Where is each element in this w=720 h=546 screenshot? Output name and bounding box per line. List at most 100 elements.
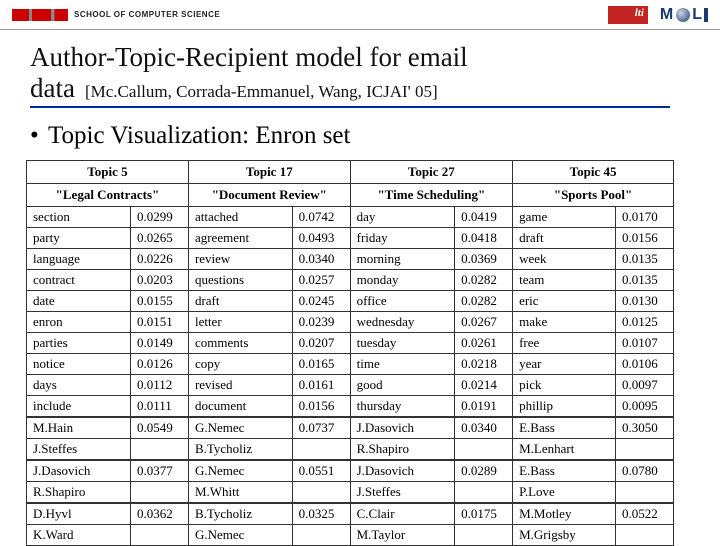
topic-word-value: 0.0245 bbox=[292, 291, 350, 312]
right-logos: M L bbox=[608, 6, 708, 24]
scs-text: SCHOOL OF COMPUTER SCIENCE bbox=[74, 10, 220, 19]
person-value bbox=[130, 525, 188, 546]
topic-word-value: 0.0156 bbox=[292, 396, 350, 418]
person-value: 0.0737 bbox=[292, 417, 350, 439]
person-value: 0.0362 bbox=[130, 503, 188, 525]
topic-word: morning bbox=[350, 249, 454, 270]
topic-word: enron bbox=[27, 312, 131, 333]
topic-word-value: 0.0126 bbox=[130, 354, 188, 375]
topic-num: Topic 17 bbox=[188, 161, 350, 184]
topic-word-value: 0.0226 bbox=[130, 249, 188, 270]
topic-name: "Sports Pool" bbox=[513, 184, 674, 207]
topic-word: agreement bbox=[188, 228, 292, 249]
topic-name: "Legal Contracts" bbox=[27, 184, 189, 207]
person-name: B.Tycholiz bbox=[188, 503, 292, 525]
topic-name: "Document Review" bbox=[188, 184, 350, 207]
slide-header: SCHOOL OF COMPUTER SCIENCE M L bbox=[0, 0, 720, 30]
person-name: C.Clair bbox=[350, 503, 454, 525]
person-value: 0.0289 bbox=[455, 460, 513, 482]
person-name: J.Steffes bbox=[350, 482, 454, 504]
person-name: G.Nemec bbox=[188, 460, 292, 482]
topic-word-value: 0.0191 bbox=[455, 396, 513, 418]
topic-word-value: 0.0282 bbox=[455, 291, 513, 312]
topic-word: year bbox=[513, 354, 616, 375]
topic-word-value: 0.0097 bbox=[616, 375, 674, 396]
cmu-brand: SCHOOL OF COMPUTER SCIENCE bbox=[12, 9, 220, 21]
person-name: R.Shapiro bbox=[350, 439, 454, 461]
topic-word: copy bbox=[188, 354, 292, 375]
person-value bbox=[130, 482, 188, 504]
person-name: M.Motley bbox=[513, 503, 616, 525]
ml-logo: M L bbox=[660, 6, 708, 24]
topic-word: friday bbox=[350, 228, 454, 249]
person-value bbox=[292, 439, 350, 461]
bullet-line: •Topic Visualization: Enron set bbox=[30, 122, 690, 150]
person-value bbox=[616, 482, 674, 504]
topic-name: "Time Scheduling" bbox=[350, 184, 512, 207]
person-value: 0.0325 bbox=[292, 503, 350, 525]
topic-word: section bbox=[27, 207, 131, 228]
topic-word: contract bbox=[27, 270, 131, 291]
topic-word-value: 0.0214 bbox=[455, 375, 513, 396]
topic-word: game bbox=[513, 207, 616, 228]
person-name: R.Shapiro bbox=[27, 482, 131, 504]
person-name: G.Nemec bbox=[188, 417, 292, 439]
topic-word: party bbox=[27, 228, 131, 249]
cmu-logo-icon bbox=[12, 9, 68, 21]
person-name: E.Bass bbox=[513, 417, 616, 439]
topic-word: days bbox=[27, 375, 131, 396]
topic-word: questions bbox=[188, 270, 292, 291]
person-value: 0.0175 bbox=[455, 503, 513, 525]
title-word-data: data bbox=[30, 73, 75, 103]
person-name: J.Dasovich bbox=[350, 460, 454, 482]
topic-word: language bbox=[27, 249, 131, 270]
person-value: 0.0522 bbox=[616, 503, 674, 525]
topic-word-value: 0.0493 bbox=[292, 228, 350, 249]
topic-word-value: 0.0125 bbox=[616, 312, 674, 333]
topic-word: date bbox=[27, 291, 131, 312]
bullet-text: Topic Visualization: Enron set bbox=[48, 122, 350, 149]
topic-word-value: 0.0218 bbox=[455, 354, 513, 375]
topic-word: phillip bbox=[513, 396, 616, 418]
topic-word: good bbox=[350, 375, 454, 396]
topic-word-value: 0.0130 bbox=[616, 291, 674, 312]
topic-word-value: 0.0156 bbox=[616, 228, 674, 249]
topic-word-value: 0.0257 bbox=[292, 270, 350, 291]
person-value bbox=[455, 525, 513, 546]
topic-word: revised bbox=[188, 375, 292, 396]
person-value: 0.0549 bbox=[130, 417, 188, 439]
topic-word-value: 0.0149 bbox=[130, 333, 188, 354]
person-value: 0.0780 bbox=[616, 460, 674, 482]
person-value bbox=[616, 525, 674, 546]
topic-word: time bbox=[350, 354, 454, 375]
topic-word-value: 0.0095 bbox=[616, 396, 674, 418]
person-value bbox=[292, 525, 350, 546]
topic-word: review bbox=[188, 249, 292, 270]
person-value bbox=[130, 439, 188, 461]
topic-word: tuesday bbox=[350, 333, 454, 354]
topic-word-value: 0.0170 bbox=[616, 207, 674, 228]
topic-num: Topic 5 bbox=[27, 161, 189, 184]
person-value bbox=[292, 482, 350, 504]
topic-num: Topic 45 bbox=[513, 161, 674, 184]
topic-word-value: 0.0107 bbox=[616, 333, 674, 354]
topic-word-value: 0.0239 bbox=[292, 312, 350, 333]
person-value: 0.0551 bbox=[292, 460, 350, 482]
topic-word-value: 0.0419 bbox=[455, 207, 513, 228]
topic-word-value: 0.0742 bbox=[292, 207, 350, 228]
topic-word: include bbox=[27, 396, 131, 418]
topic-word-value: 0.0267 bbox=[455, 312, 513, 333]
person-name: M.Grigsby bbox=[513, 525, 616, 546]
person-name: B.Tycholiz bbox=[188, 439, 292, 461]
person-value: 0.0340 bbox=[455, 417, 513, 439]
ml-l-letter-icon: L bbox=[692, 6, 702, 24]
ml-box-icon bbox=[704, 8, 708, 22]
topic-word-value: 0.0165 bbox=[292, 354, 350, 375]
topic-word: notice bbox=[27, 354, 131, 375]
person-value bbox=[455, 482, 513, 504]
topic-word-value: 0.0369 bbox=[455, 249, 513, 270]
topic-word-value: 0.0155 bbox=[130, 291, 188, 312]
lti-logo-icon bbox=[608, 6, 648, 24]
person-name: M.Taylor bbox=[350, 525, 454, 546]
slide-title-line2: data [Mc.Callum, Corrada-Emmanuel, Wang,… bbox=[30, 73, 690, 104]
